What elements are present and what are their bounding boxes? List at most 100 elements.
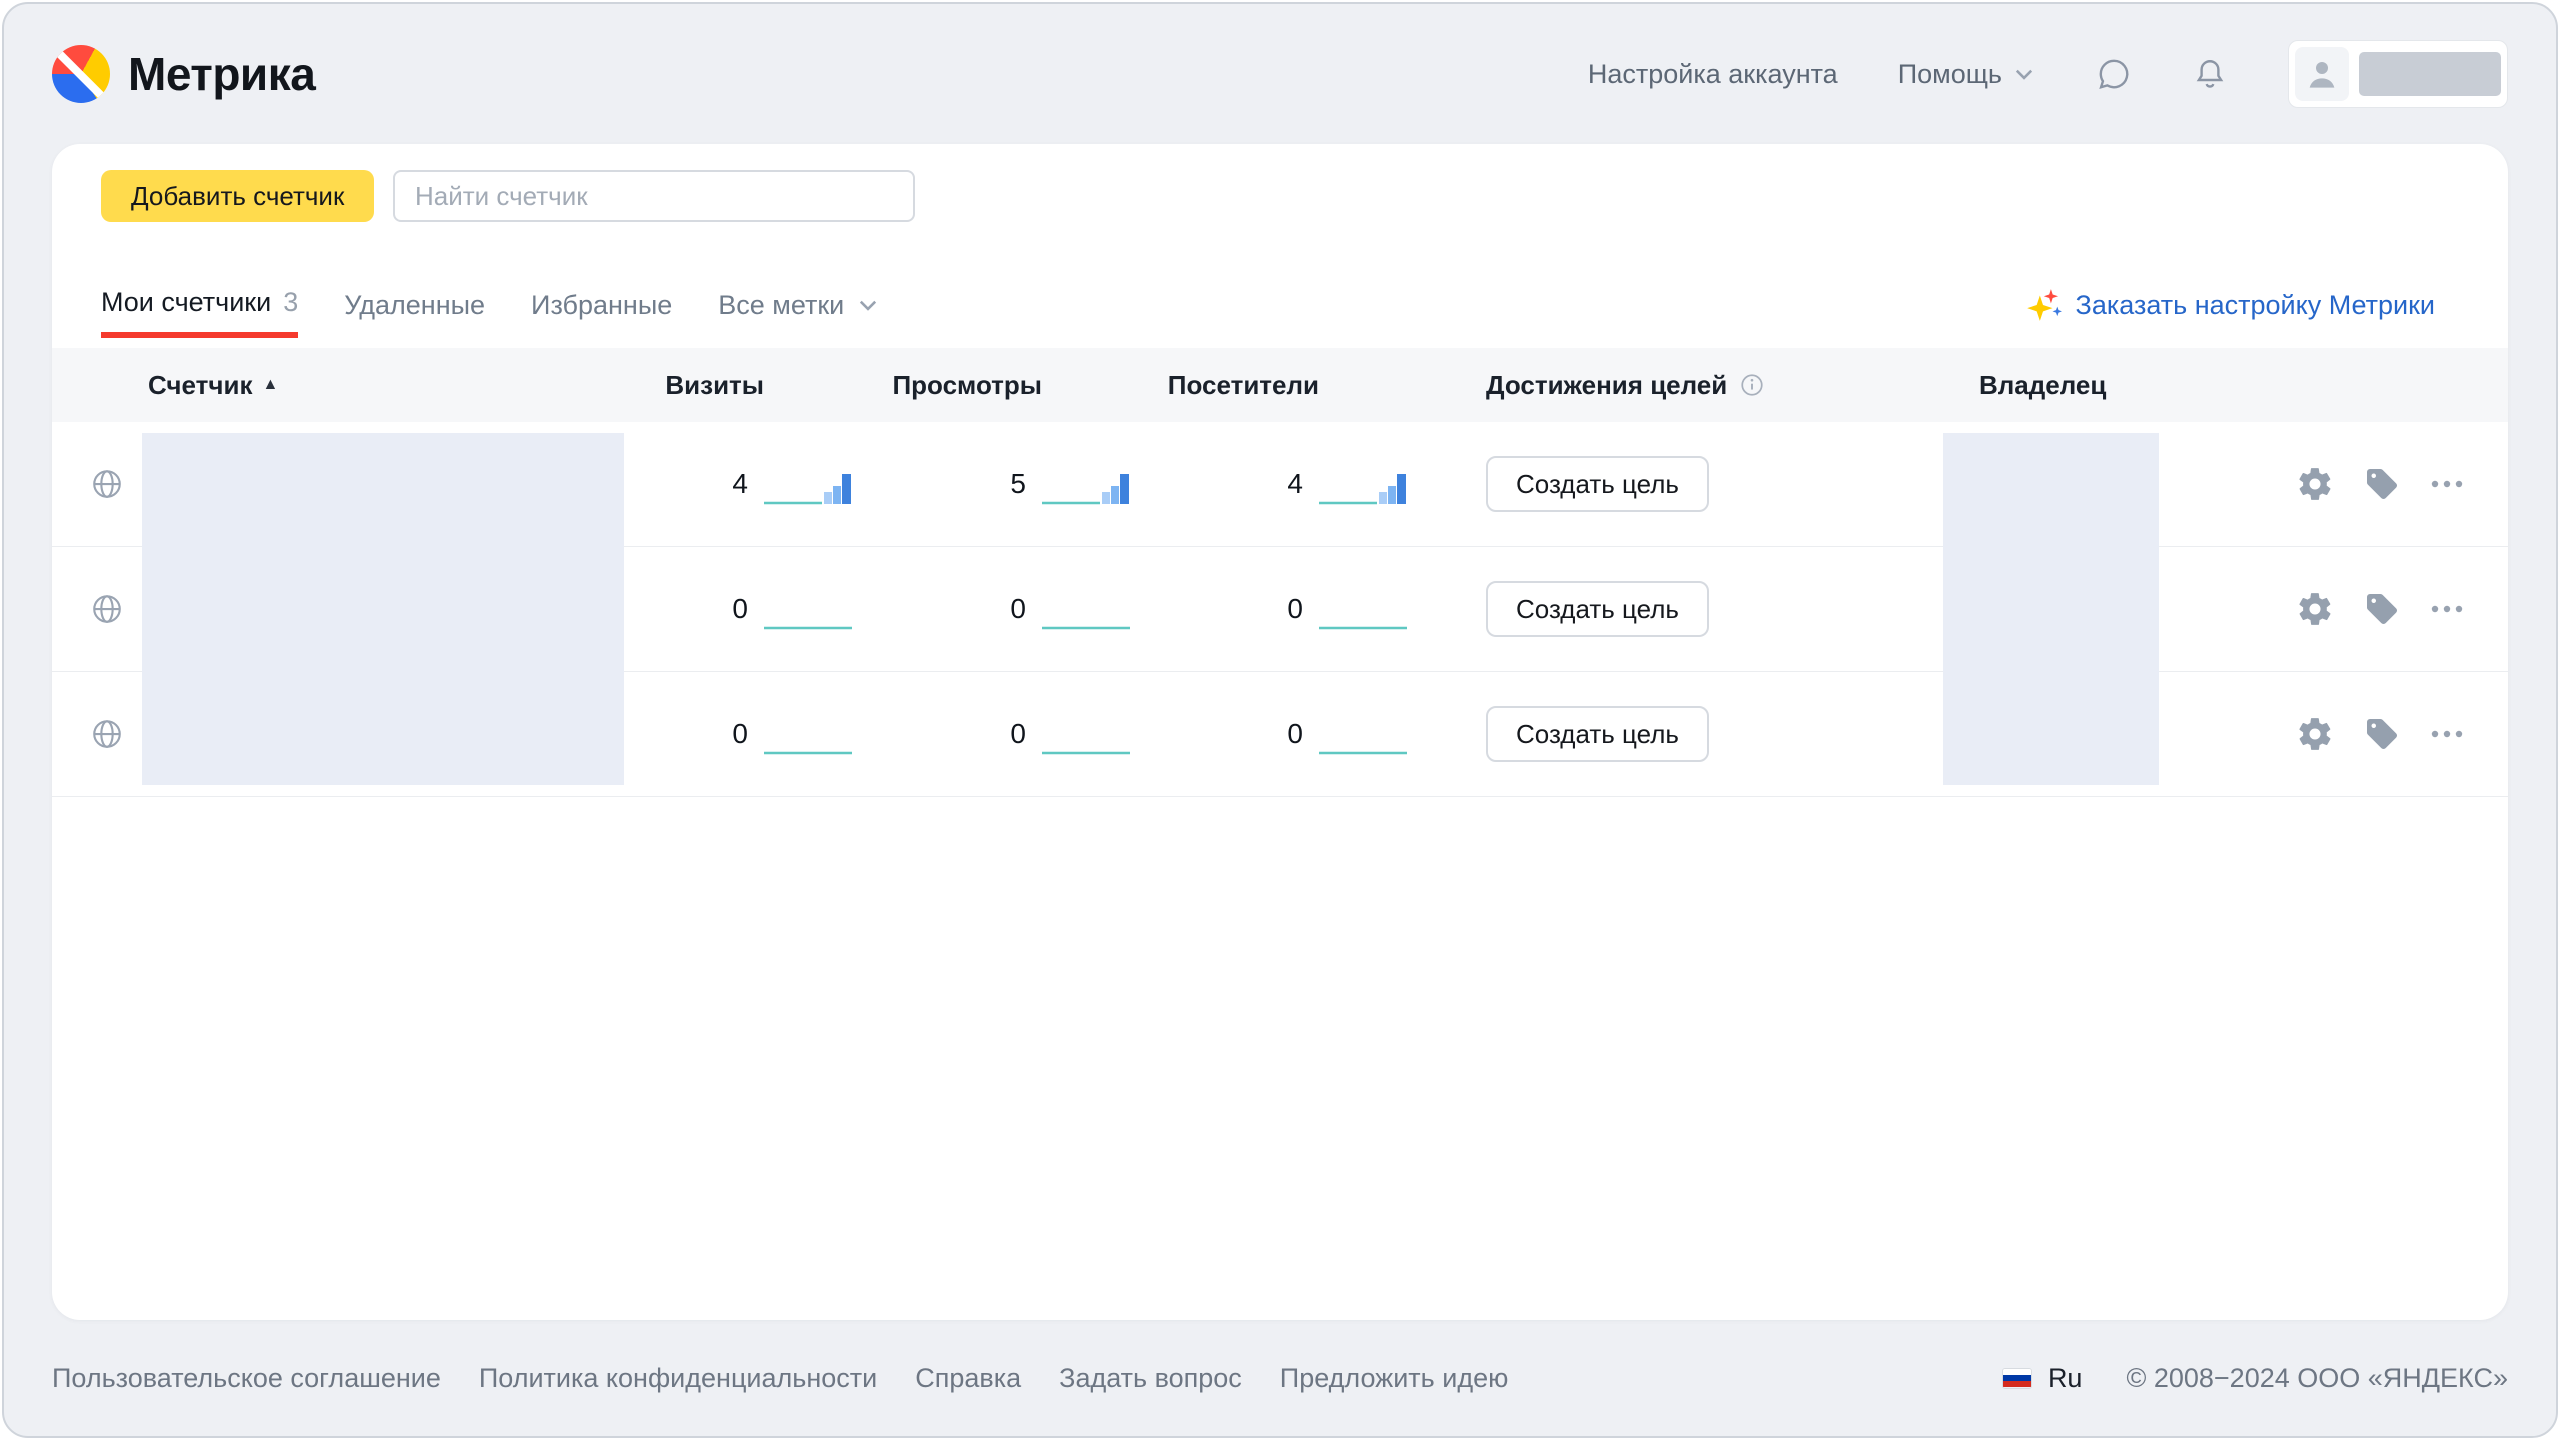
chevron-down-icon	[856, 293, 880, 317]
visitors-sparkline	[1319, 462, 1407, 506]
top-nav: Настройка аккаунта Помощь	[1528, 40, 2508, 108]
sparkle-icon	[2024, 286, 2062, 324]
goals-cell: Создать цель	[1407, 706, 1912, 762]
globe-icon	[90, 592, 124, 626]
tab-favorites[interactable]: Избранные	[531, 272, 672, 338]
visits-cell: 0	[624, 712, 852, 756]
visits-sparkline	[764, 587, 852, 631]
chat-button[interactable]	[2096, 56, 2132, 92]
visits-value: 0	[732, 718, 748, 750]
views-sparkline	[1042, 587, 1130, 631]
visitors-value: 4	[1287, 468, 1303, 500]
help-menu[interactable]: Помощь	[1898, 59, 2036, 90]
row-actions	[2192, 590, 2516, 628]
header-goals: Достижения целей	[1407, 370, 1912, 401]
footer-link-help[interactable]: Справка	[915, 1363, 1021, 1394]
visits-value: 4	[732, 468, 748, 500]
header-goals-label: Достижения целей	[1486, 370, 1727, 401]
tab-my-counters-label: Мои счетчики	[101, 287, 271, 318]
views-value: 5	[1010, 468, 1026, 500]
metrika-logo-icon	[52, 45, 110, 103]
language-switcher[interactable]: Ru	[2048, 1363, 2083, 1394]
tag-icon[interactable]	[2364, 466, 2400, 502]
user-icon	[2302, 54, 2342, 94]
visits-cell: 0	[624, 587, 852, 631]
notifications-button[interactable]	[2192, 56, 2228, 92]
app-window: Метрика Настройка аккаунта Помощь Д	[2, 2, 2558, 1438]
visitors-value: 0	[1287, 718, 1303, 750]
chevron-down-icon	[2012, 62, 2036, 86]
footer-link-suggest-idea[interactable]: Предложить идею	[1280, 1363, 1509, 1394]
counters-panel: Добавить счетчик Мои счетчики 3 Удаленны…	[52, 144, 2508, 1320]
tab-my-counters[interactable]: Мои счетчики 3	[101, 272, 298, 338]
order-setup-link[interactable]: Заказать настройку Метрики	[2024, 286, 2435, 324]
views-sparkline	[1042, 712, 1130, 756]
views-cell: 5	[852, 462, 1130, 506]
goals-cell: Создать цель	[1407, 581, 1912, 637]
header-visits: Визиты	[624, 370, 852, 401]
visitors-cell: 0	[1130, 587, 1407, 631]
chat-icon	[2096, 56, 2132, 92]
account-settings-link[interactable]: Настройка аккаунта	[1588, 59, 1838, 90]
gear-icon[interactable]	[2296, 590, 2334, 628]
tab-deleted[interactable]: Удаленные	[344, 272, 485, 338]
footer-link-user-agreement[interactable]: Пользовательское соглашение	[52, 1363, 441, 1394]
header-owner: Владелец	[1912, 370, 2192, 401]
user-account-menu[interactable]	[2288, 40, 2508, 108]
more-options-icon[interactable]	[2430, 604, 2464, 614]
footer-right: Ru © 2008−2024 ООО «ЯНДЕКС»	[2002, 1363, 2508, 1394]
avatar	[2295, 47, 2349, 101]
footer-link-privacy-policy[interactable]: Политика конфиденциальности	[479, 1363, 877, 1394]
add-counter-button[interactable]: Добавить счетчик	[101, 170, 374, 222]
visitors-sparkline	[1319, 587, 1407, 631]
goals-cell: Создать цель	[1407, 456, 1912, 512]
footer-links: Пользовательское соглашение Политика кон…	[52, 1363, 1508, 1394]
copyright-text: © 2008−2024 ООО «ЯНДЕКС»	[2126, 1363, 2508, 1394]
tabs-row: Мои счетчики 3 Удаленные Избранные Все м…	[101, 272, 2459, 338]
create-goal-button[interactable]: Создать цель	[1486, 706, 1709, 762]
visits-cell: 4	[624, 462, 852, 506]
help-label: Помощь	[1898, 59, 2002, 90]
views-value: 0	[1010, 718, 1026, 750]
views-sparkline	[1042, 462, 1130, 506]
gear-icon[interactable]	[2296, 465, 2334, 503]
page-footer: Пользовательское соглашение Политика кон…	[4, 1320, 2556, 1436]
visitors-value: 0	[1287, 593, 1303, 625]
redacted-counter-names	[142, 433, 624, 785]
redacted-owner	[1943, 433, 2159, 785]
visitors-cell: 0	[1130, 712, 1407, 756]
top-bar: Метрика Настройка аккаунта Помощь	[4, 4, 2556, 144]
order-setup-label: Заказать настройку Метрики	[2076, 290, 2435, 321]
row-actions	[2192, 715, 2516, 753]
footer-link-ask-question[interactable]: Задать вопрос	[1059, 1363, 1242, 1394]
table-header: Счетчик ▲ Визиты Просмотры Посетители До…	[52, 348, 2508, 422]
tab-my-counters-count: 3	[283, 287, 298, 318]
tab-deleted-label: Удаленные	[344, 290, 485, 321]
create-goal-button[interactable]: Создать цель	[1486, 581, 1709, 637]
views-cell: 0	[852, 712, 1130, 756]
tag-icon[interactable]	[2364, 716, 2400, 752]
visits-sparkline	[764, 462, 852, 506]
tag-icon[interactable]	[2364, 591, 2400, 627]
search-counter-input[interactable]	[393, 170, 915, 222]
create-goal-button[interactable]: Создать цель	[1486, 456, 1709, 512]
row-actions	[2192, 465, 2516, 503]
globe-icon	[90, 717, 124, 751]
app-title: Метрика	[128, 47, 315, 101]
views-value: 0	[1010, 593, 1026, 625]
gear-icon[interactable]	[2296, 715, 2334, 753]
header-views: Просмотры	[852, 370, 1130, 401]
header-counter[interactable]: Счетчик ▲	[142, 370, 624, 401]
metrika-logo[interactable]: Метрика	[52, 45, 315, 103]
tab-favorites-label: Избранные	[531, 290, 672, 321]
sort-asc-icon: ▲	[262, 376, 278, 394]
info-icon[interactable]	[1739, 372, 1765, 398]
more-options-icon[interactable]	[2430, 729, 2464, 739]
visits-value: 0	[732, 593, 748, 625]
views-cell: 0	[852, 587, 1130, 631]
tags-filter-label: Все метки	[718, 290, 844, 321]
tags-filter-dropdown[interactable]: Все метки	[718, 272, 880, 338]
russian-flag-icon[interactable]	[2002, 1368, 2032, 1389]
visitors-cell: 4	[1130, 462, 1407, 506]
more-options-icon[interactable]	[2430, 479, 2464, 489]
